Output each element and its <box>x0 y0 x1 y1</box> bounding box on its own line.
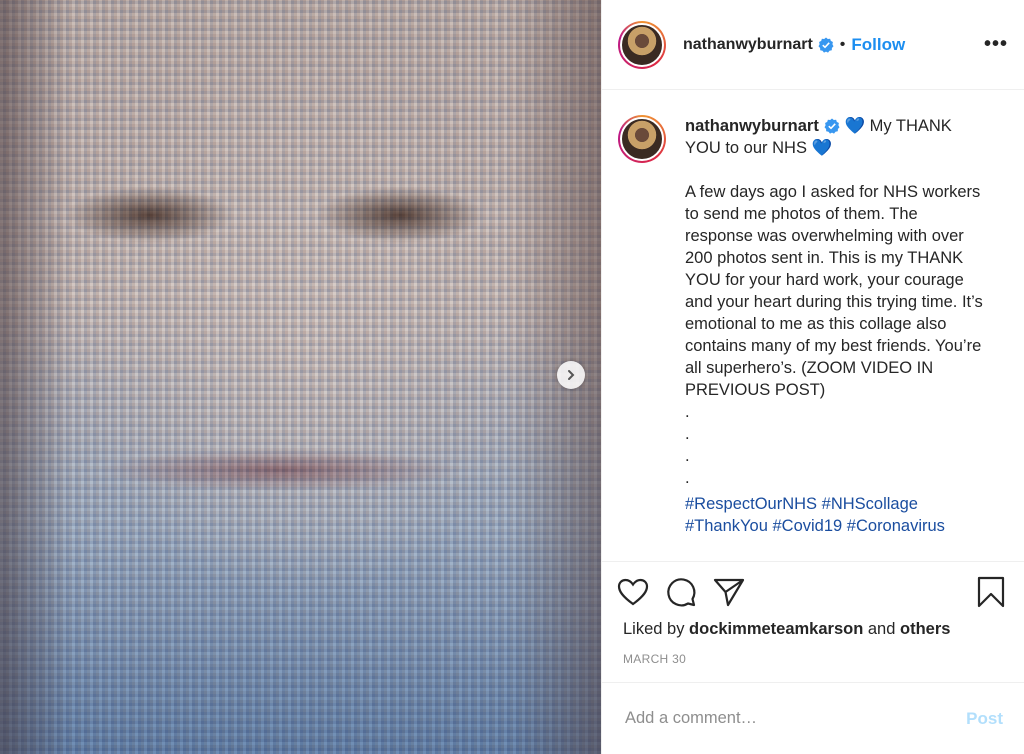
comment-box: Post <box>602 682 1024 754</box>
liker-username-link[interactable]: dockimmeteamkarson <box>689 620 863 638</box>
post-side-panel: nathanwyburnart • Follow ••• nathanwybur… <box>601 0 1024 754</box>
hashtag-link[interactable]: #ThankYou <box>685 517 768 535</box>
avatar-image <box>620 22 664 67</box>
post-image-nhs-mosaic[interactable] <box>0 0 601 754</box>
caption-text: nathanwyburnart 💙 My THANK YOU to our NH… <box>685 115 985 537</box>
hashtags: #RespectOurNHS #NHScollage #ThankYou #Co… <box>685 493 985 537</box>
avatar[interactable] <box>618 20 666 69</box>
separator-dot: • <box>839 35 846 53</box>
post-comment-button[interactable]: Post <box>966 709 1003 729</box>
caption-avatar[interactable] <box>618 115 666 163</box>
instagram-post: nathanwyburnart • Follow ••• nathanwybur… <box>0 0 1024 754</box>
caption-area: nathanwyburnart 💙 My THANK YOU to our NH… <box>602 91 1024 562</box>
hashtag-link[interactable]: #RespectOurNHS <box>685 495 817 513</box>
hashtag-link[interactable]: #NHScollage <box>822 495 918 513</box>
follow-button[interactable]: Follow <box>851 35 905 55</box>
blue-heart-emoji: 💙 <box>844 117 865 135</box>
chevron-right-icon <box>568 370 575 380</box>
comment-icon[interactable] <box>664 575 698 609</box>
comment-input[interactable] <box>623 708 967 729</box>
blue-heart-emoji: 💙 <box>811 139 833 157</box>
avatar-image <box>620 117 664 161</box>
more-icon[interactable]: ••• <box>984 33 1008 56</box>
likes-summary: Liked by dockimmeteamkarson and others <box>623 620 950 639</box>
bookmark-icon[interactable] <box>974 575 1008 609</box>
heart-icon[interactable] <box>616 575 650 609</box>
hashtag-link[interactable]: #Covid19 <box>772 517 842 535</box>
image-shade-left <box>0 0 70 754</box>
likes-others-link[interactable]: others <box>900 620 950 638</box>
next-image-button[interactable] <box>557 361 585 389</box>
likes-prefix: Liked by <box>623 620 690 638</box>
verified-badge-icon <box>818 37 834 53</box>
hashtag-link[interactable]: #Coronavirus <box>847 517 945 535</box>
username-link[interactable]: nathanwyburnart <box>683 36 813 54</box>
caption-body: A few days ago I asked for NHS workers t… <box>685 183 983 487</box>
action-bar <box>602 562 1024 622</box>
share-icon[interactable] <box>712 575 746 609</box>
post-header: nathanwyburnart • Follow ••• <box>602 0 1024 90</box>
verified-badge-icon <box>824 118 840 134</box>
image-shade-right <box>511 0 601 754</box>
caption: nathanwyburnart 💙 My THANK YOU to our NH… <box>602 91 1024 537</box>
post-date[interactable]: MARCH 30 <box>623 652 686 666</box>
likes-and: and <box>863 620 900 638</box>
caption-username[interactable]: nathanwyburnart <box>685 117 819 135</box>
